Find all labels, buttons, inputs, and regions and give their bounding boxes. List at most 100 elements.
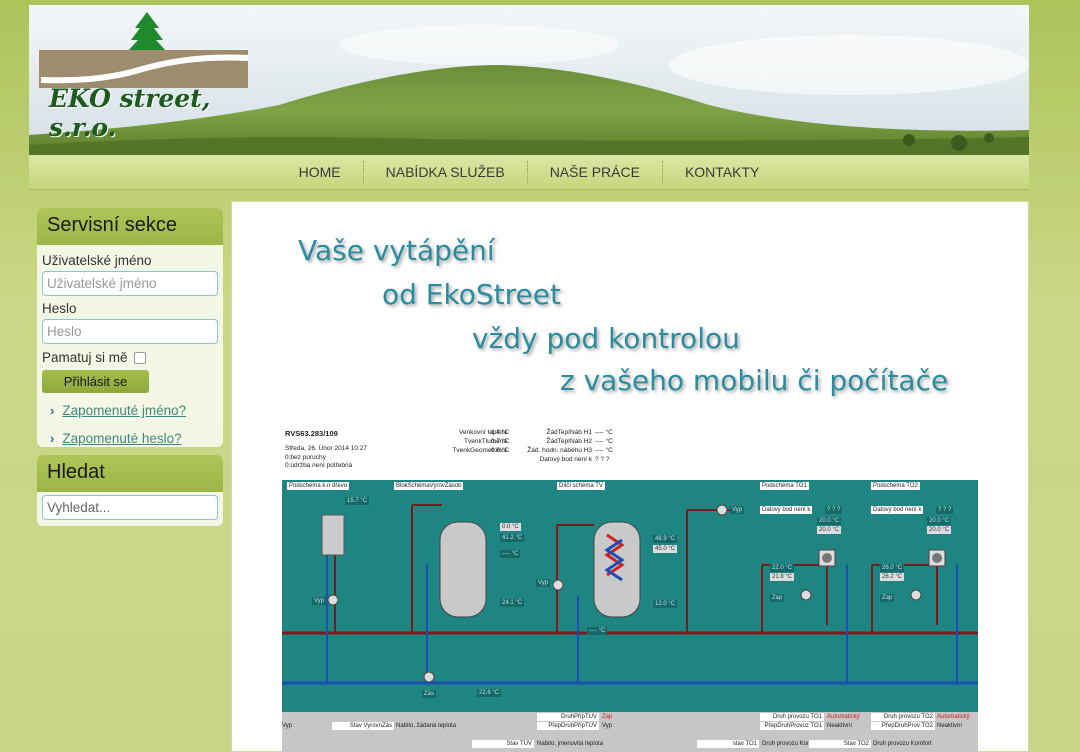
temp-value: 20.0 °C: [927, 517, 952, 525]
druh-to2-label: Druh provozu TO2: [871, 713, 935, 721]
remember-me-label: Pamatuj si mě: [42, 350, 128, 365]
prep-tuv-label: PřepDruhPřípTUV: [537, 722, 599, 730]
setpoint-label: Datový bod není k: [539, 456, 592, 463]
remember-me-checkbox[interactable]: [133, 351, 146, 364]
temp-value: 24.1 °C: [500, 599, 525, 607]
pump-state: Vyp: [536, 579, 551, 587]
temp-value: 21.8 °C: [770, 573, 795, 581]
temp-value: 45.0 °C: [653, 545, 678, 553]
temp-value: 20.0 °C: [817, 526, 842, 534]
prep-to1-label: PřepDruhProvoz TO1: [760, 722, 824, 730]
reading-value: 1.4 °C: [491, 429, 510, 436]
setpoint-label: ŽádTepINáb H1: [546, 429, 592, 436]
service-login-box: Servisní sekce Uživatelské jméno Uživate…: [37, 208, 223, 447]
setpoint-value: ---- °C: [595, 429, 613, 436]
setpoint-label: ŽádTepINáb H2: [546, 438, 592, 445]
stav-vyrov-label: Stav VyrovnZás: [332, 722, 394, 730]
hydraulic-diagram: Podschéma k.n dřevo BlokSchémaVyrovZásob…: [282, 480, 978, 712]
temp-value: 0.0 °C: [500, 523, 521, 531]
reading-value: 0.7 °C: [491, 438, 510, 445]
section-label: Podschéma TO2: [871, 482, 920, 490]
slogan-line-4: z vašeho mobilu či počítače: [560, 364, 949, 397]
slogan-line-3: vždy pod kontrolou: [472, 322, 740, 355]
heating-control-screenshot: RVS63.283/109 Středa, 26. Únor 2014 10:2…: [282, 424, 978, 752]
nav-our-work[interactable]: NAŠE PRÁCE: [526, 161, 662, 183]
status-bar: Vyp Stav VyrovnZás Nabito, žádaná teplot…: [282, 712, 978, 752]
druh-tuv-label: DruhPřípTUV: [537, 713, 599, 721]
header-banner: EKO street, s.r.o.: [29, 5, 1029, 155]
temp-value: 22.6 °C: [477, 689, 502, 697]
temp-value: 15.7 °C: [345, 497, 370, 505]
username-input[interactable]: Uživatelské jméno: [42, 271, 218, 296]
prep-to1-value: Neaktivní: [827, 723, 853, 729]
temp-value: 20.0 °C: [817, 517, 842, 525]
section-label: Podschéma k.n dřevo: [287, 482, 350, 490]
username-label: Uživatelské jméno: [42, 253, 152, 268]
pump-state: Zap: [880, 594, 895, 602]
chevron-right-icon: ›: [50, 431, 55, 446]
stav-to1-value: Druh provozu Kon: [762, 741, 811, 747]
datapoint-value: ? ? ?: [936, 506, 954, 514]
temp-value: 26.2 °C: [880, 573, 905, 581]
slogan-line-1: Vaše vytápění: [298, 234, 495, 267]
pipe-schematic: [282, 504, 978, 685]
slogan-line-2: od EkoStreet: [382, 278, 561, 311]
nav-home[interactable]: HOME: [277, 161, 363, 183]
temp-value: 26.0 °C: [880, 564, 905, 572]
nav-services[interactable]: NABÍDKA SLUŽEB: [362, 161, 527, 183]
pump-state: Vyp: [730, 506, 745, 514]
stav-vyrov-value: Nabito, žádaná teplota: [396, 723, 457, 729]
forgot-username-link[interactable]: Zapomenuté jméno?: [62, 403, 186, 418]
stav-to2-value: Druh provozu Komfort: [873, 741, 932, 747]
scada-date: Středa, 26. Únor 2014 10:27: [285, 445, 368, 452]
reading-value: 0.6 °C: [491, 447, 510, 454]
chevron-right-icon: ›: [50, 403, 55, 418]
nav-contacts[interactable]: KONTAKTY: [661, 161, 781, 183]
datapoint-value: ? ? ?: [825, 506, 843, 514]
logo-text: EKO street, s.r.o.: [49, 84, 211, 142]
druh-to1-value: Automatický: [827, 714, 860, 720]
temp-value: 12.0 °C: [653, 600, 678, 608]
setpoint-value: ---- °C: [595, 438, 613, 445]
search-title: Hledat: [37, 455, 223, 492]
setpoint-value: ? ? ?: [595, 456, 610, 463]
setpoint-label: Žád. hodn. náběhu H3: [527, 447, 592, 454]
device-model: RVS63.283/109: [285, 429, 338, 438]
main-content: Vaše vytápění od EkoStreet vždy pod kont…: [231, 201, 1029, 752]
valve-state: Zás: [422, 690, 437, 698]
druh-tuv-value: Zap: [602, 714, 613, 720]
druh-to1-label: Druh provozu TO1: [760, 713, 824, 721]
temp-value: ---- °C: [500, 550, 521, 558]
main-navigation: HOME NABÍDKA SLUŽEB NAŠE PRÁCE KONTAKTY: [29, 155, 1029, 190]
stav-to2-label: Stav TO2: [809, 740, 871, 748]
password-label: Heslo: [42, 301, 77, 316]
prep-tuv-value: Vyp: [602, 723, 613, 729]
temp-value: 41.2 °C: [500, 534, 525, 542]
temp-value: 22.0 °C: [770, 564, 795, 572]
search-input[interactable]: Vyhledat...: [42, 495, 218, 520]
login-title: Servisní sekce: [37, 208, 223, 245]
forgot-password-link[interactable]: Zapomenuté heslo?: [62, 431, 181, 446]
search-box: Hledat Vyhledat...: [37, 455, 223, 526]
scada-header: RVS63.283/109 Středa, 26. Únor 2014 10:2…: [282, 424, 978, 479]
status-vyp: Vyp: [282, 723, 293, 729]
datapoint-label: Datový bod není k: [760, 506, 813, 514]
section-label: Podschéma TO1: [760, 482, 809, 490]
temp-value: ---- °C: [587, 627, 608, 635]
login-button[interactable]: Přihlásit se: [42, 370, 149, 393]
prep-to2-value: Neaktivní: [937, 723, 963, 729]
temp-value: 48.9 °C: [653, 535, 678, 543]
pump-state: Vyp: [312, 597, 327, 605]
password-input[interactable]: Heslo: [42, 319, 218, 344]
stav-tuv-label: Stav TUV: [472, 740, 534, 748]
druh-to2-value: Automatický: [937, 714, 970, 720]
pump-state: Zap: [770, 594, 785, 602]
datapoint-label: Datový bod není k: [871, 506, 924, 514]
stav-tuv-value: Nabito, jmenovitá teplota: [537, 741, 604, 747]
stav-to1-label: stav TO1: [697, 740, 759, 748]
temp-value: 20.0 °C: [927, 526, 952, 534]
section-label: BlokSchémaVyrovZásob: [394, 482, 464, 490]
company-logo[interactable]: EKO street, s.r.o.: [39, 10, 254, 142]
scada-status-2: 0:údržba není potřebná: [285, 462, 353, 469]
setpoint-value: ---- °C: [595, 447, 613, 454]
